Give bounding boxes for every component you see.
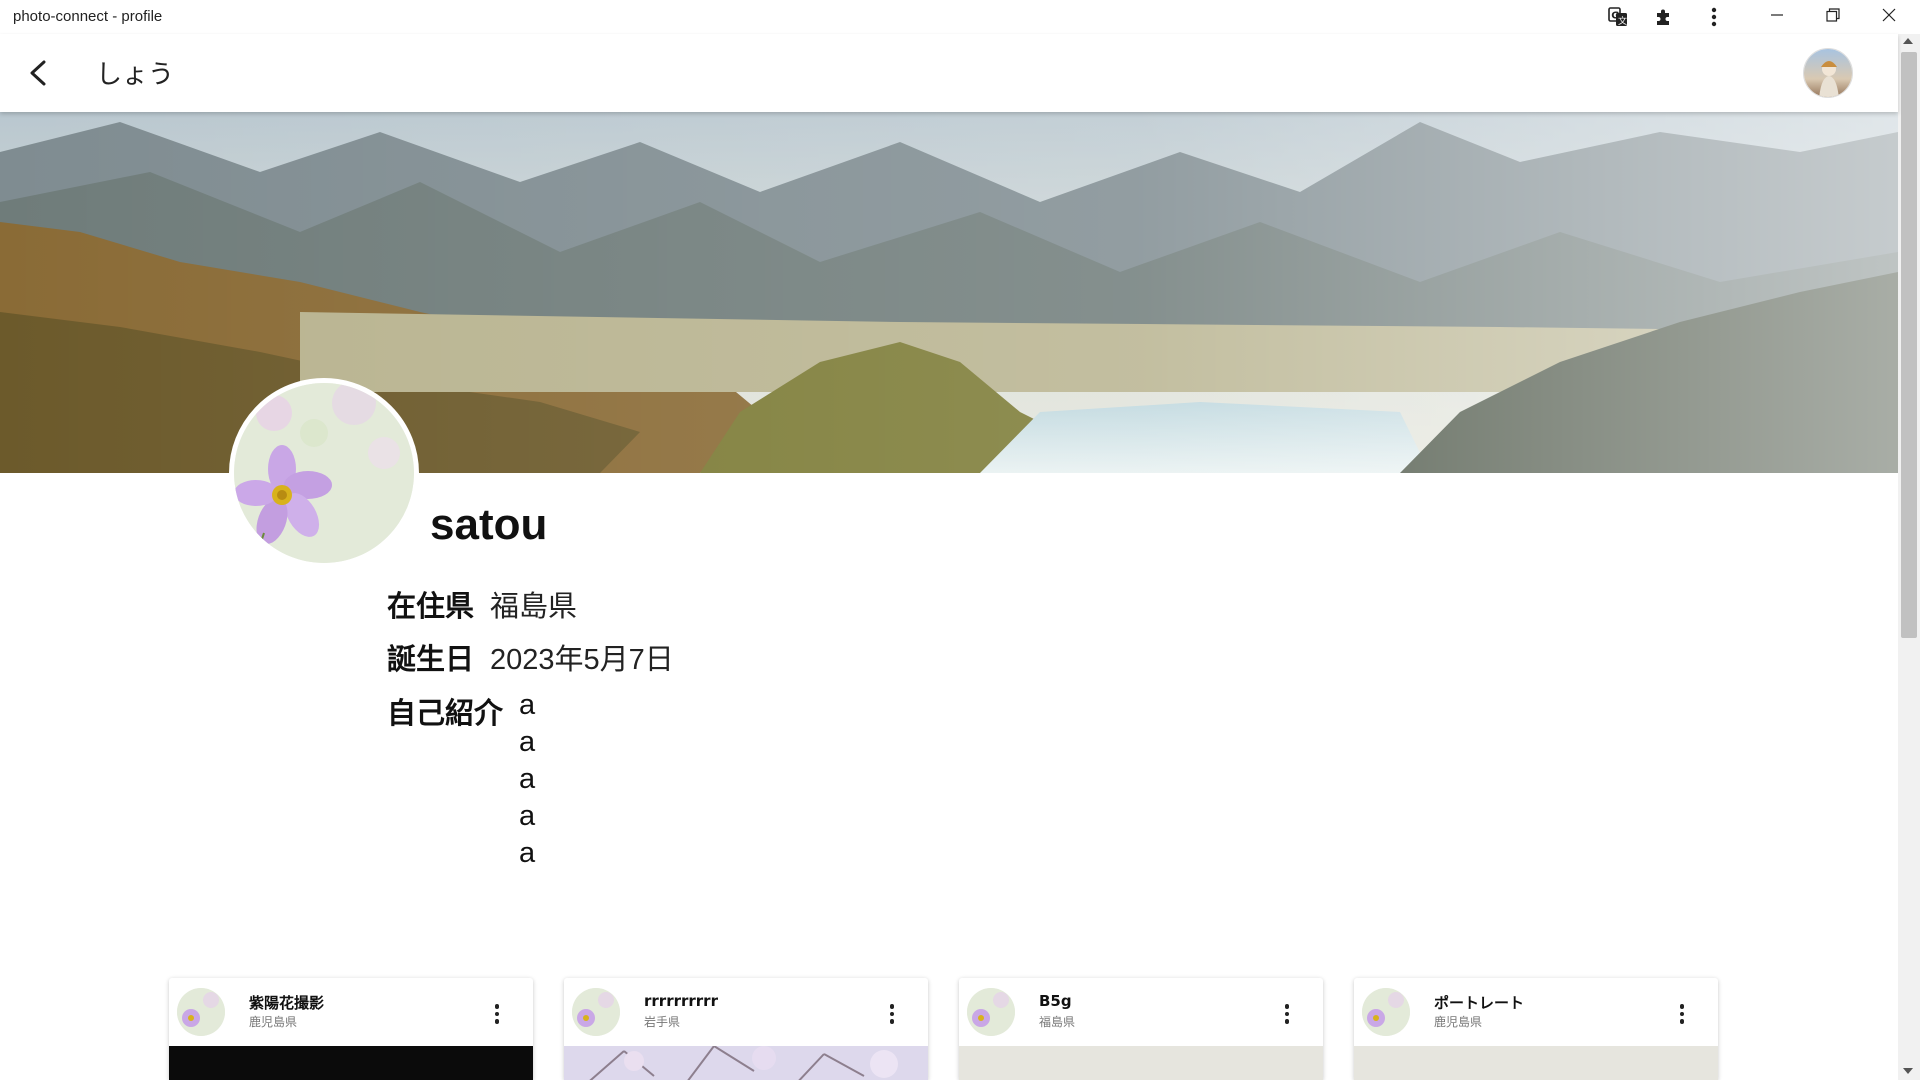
account-avatar[interactable] (1803, 48, 1853, 98)
post-author-avatar[interactable] (572, 988, 620, 1036)
more-vert-icon[interactable] (1275, 1002, 1299, 1026)
post-prefecture: 岩手県 (644, 1015, 681, 1029)
bio-label: 自己紹介 (387, 696, 504, 730)
post-author-avatar[interactable] (1362, 988, 1410, 1036)
close-icon[interactable] (1861, 0, 1917, 30)
appbar-title: しょう (96, 60, 175, 90)
page-scrollbar[interactable] (1898, 34, 1920, 1080)
scrollbar-thumb[interactable] (1901, 52, 1917, 638)
post-prefecture: 福島県 (1039, 1015, 1076, 1029)
bio-line: a (519, 837, 536, 869)
post-prefecture: 鹿児島県 (249, 1015, 298, 1029)
translate-icon[interactable]: G 文 (1604, 4, 1632, 30)
bio-line: a (519, 689, 536, 721)
post-card[interactable]: B5g 福島県 (959, 978, 1323, 1080)
restore-icon[interactable] (1805, 0, 1861, 30)
prefecture-row: 在住県 福島県 (387, 583, 577, 625)
post-card[interactable]: rrrrrrrrrr 岩手県 (564, 978, 928, 1080)
scroll-down-arrow-icon[interactable] (1903, 1068, 1913, 1074)
post-card[interactable]: ポートレート 鹿児島県 (1354, 978, 1718, 1080)
post-image[interactable] (564, 1045, 928, 1080)
post-card[interactable]: 紫陽花撮影 鹿児島県 (169, 978, 533, 1080)
post-author-avatar[interactable] (177, 988, 225, 1036)
post-image[interactable] (1354, 1046, 1718, 1080)
more-vert-icon[interactable] (1700, 4, 1728, 30)
post-image[interactable] (169, 1046, 533, 1080)
window-title: photo-connect - profile (13, 8, 163, 25)
svg-text:文: 文 (1618, 15, 1627, 27)
more-vert-icon[interactable] (485, 1002, 509, 1026)
post-title: rrrrrrrrrr (644, 992, 718, 1010)
bio-row: 自己紹介 a a a a a (387, 687, 535, 872)
post-title: 紫陽花撮影 (249, 994, 325, 1012)
window-titlebar: photo-connect - profile G 文 (0, 0, 1920, 34)
more-vert-icon[interactable] (1670, 1002, 1694, 1026)
bio-text: a a a a a (519, 687, 535, 872)
more-vert-icon[interactable] (880, 1002, 904, 1026)
arrow-back-icon[interactable] (22, 56, 56, 90)
birthday-value: 2023年5月7日 (490, 644, 674, 676)
post-image[interactable] (959, 1046, 1323, 1080)
app-bar: しょう (0, 34, 1898, 112)
bio-line: a (519, 726, 536, 758)
post-author-avatar[interactable] (967, 988, 1015, 1036)
profile-avatar (229, 378, 419, 568)
bio-line: a (519, 763, 536, 795)
minimize-icon[interactable] (1749, 0, 1805, 30)
profile-username: satou (430, 500, 548, 549)
post-prefecture: 鹿児島県 (1434, 1015, 1483, 1029)
extensions-icon[interactable] (1650, 4, 1678, 30)
post-title: B5g (1039, 992, 1072, 1010)
prefecture-value: 福島県 (490, 591, 578, 623)
scroll-up-arrow-icon[interactable] (1903, 38, 1913, 44)
birthday-label: 誕生日 (387, 642, 475, 676)
birthday-row: 誕生日 2023年5月7日 (387, 636, 674, 678)
prefecture-label: 在住県 (387, 589, 475, 623)
bio-line: a (519, 800, 536, 832)
post-title: ポートレート (1434, 994, 1525, 1012)
